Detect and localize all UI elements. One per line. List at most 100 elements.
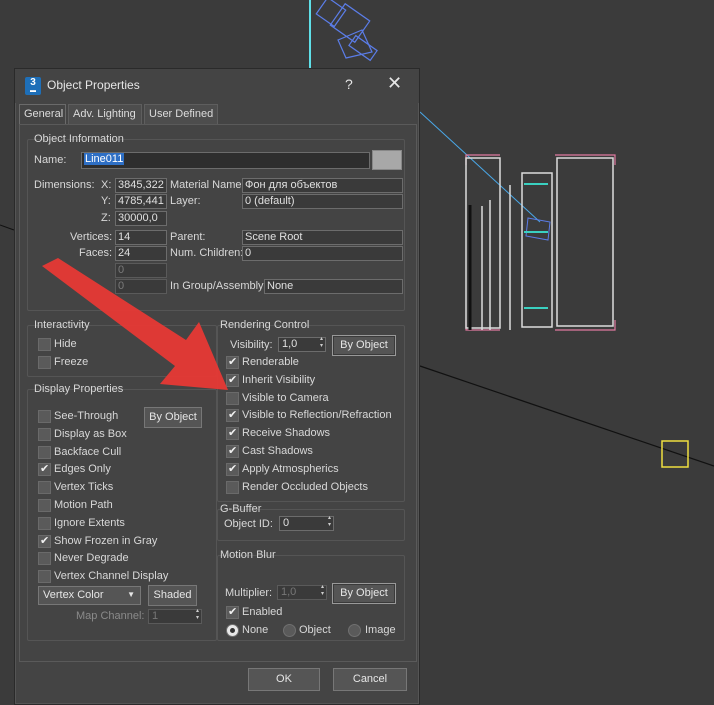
vertices-label: Vertices:	[70, 231, 113, 243]
display-properties-title: Display Properties	[34, 383, 124, 395]
display-checkbox[interactable]	[38, 517, 51, 530]
z-label: Z:	[101, 212, 111, 224]
close-button[interactable]: ✕	[387, 73, 402, 94]
display-checkbox-label: Vertex Ticks	[54, 481, 114, 493]
motion-by-object-button[interactable]: By Object	[332, 583, 396, 604]
display-checkbox[interactable]	[38, 446, 51, 459]
map-channel-spinner[interactable]: 1	[148, 608, 202, 624]
rendering-checkbox-label: Inherit Visibility	[242, 374, 316, 386]
hide-label: Hide	[54, 338, 77, 350]
rendering-checkbox[interactable]	[226, 355, 239, 369]
object-info-title: Object Information	[34, 133, 124, 145]
children-label: Num. Children:	[170, 247, 244, 259]
multiplier-label: Multiplier:	[225, 587, 273, 599]
map-channel-label: Map Channel:	[76, 610, 145, 622]
display-checkbox-label: See-Through	[54, 410, 119, 422]
display-checkbox[interactable]	[38, 481, 51, 494]
title-bar[interactable]: 3 ▬ Object Properties ? ✕	[15, 69, 419, 103]
display-checkbox[interactable]	[38, 462, 51, 476]
display-checkbox-label: Never Degrade	[54, 552, 129, 564]
x-value: 3845,322	[115, 178, 167, 193]
shaded-button[interactable]: Shaded	[148, 585, 197, 606]
cancel-button[interactable]: Cancel	[333, 668, 407, 691]
vertex-color-dropdown[interactable]: Vertex Color ▼	[38, 586, 141, 605]
tab-user-defined[interactable]: User Defined	[144, 104, 218, 124]
tab-adv-lighting[interactable]: Adv. Lighting	[68, 104, 142, 124]
dialog-title: Object Properties	[47, 78, 140, 92]
ok-button[interactable]: OK	[248, 668, 320, 691]
display-checkbox-label: Display as Box	[54, 428, 127, 440]
group-value: None	[264, 279, 403, 294]
dimensions-label: Dimensions:	[34, 179, 95, 191]
tab-general[interactable]: General	[19, 104, 66, 124]
enabled-checkbox[interactable]	[226, 605, 239, 619]
name-label: Name:	[34, 154, 67, 166]
material-label: Material Name:	[170, 179, 245, 191]
multiplier-spinner[interactable]: 1,0	[277, 584, 327, 600]
rendering-control-title: Rendering Control	[220, 319, 310, 331]
faces-label: Faces:	[79, 247, 113, 259]
display-checkbox[interactable]	[38, 499, 51, 512]
rendering-checkbox-label: Renderable	[242, 356, 299, 368]
name-value: Line011	[84, 153, 125, 165]
children-value: 0	[242, 246, 403, 261]
gbuffer-title: G-Buffer	[220, 503, 262, 515]
help-button[interactable]: ?	[345, 76, 353, 92]
material-value: Фон для объектов	[242, 178, 403, 193]
rendering-checkbox-label: Cast Shadows	[242, 445, 313, 457]
display-checkbox-label: Backface Cull	[54, 446, 122, 458]
faces-value: 24	[115, 246, 167, 261]
visibility-label: Visibility:	[230, 339, 273, 351]
z-value: 30000,0	[115, 211, 167, 226]
extra-value-1: 0	[115, 263, 167, 278]
rendering-checkbox[interactable]	[226, 462, 239, 476]
radio-object[interactable]	[283, 624, 296, 637]
motion-blur-title: Motion Blur	[220, 549, 276, 561]
display-checkbox[interactable]	[38, 534, 51, 548]
rendering-checkbox-label: Render Occluded Objects	[242, 481, 368, 493]
x-label: X:	[101, 179, 112, 191]
rendering-checkbox[interactable]	[226, 373, 239, 387]
rendering-checkbox[interactable]	[226, 444, 239, 458]
group-label: In Group/Assembly:	[170, 280, 267, 292]
object-id-label: Object ID:	[224, 518, 273, 530]
name-input[interactable]: Line011	[81, 152, 370, 169]
visibility-spinner[interactable]: 1,0	[278, 336, 326, 352]
object-color-swatch[interactable]	[372, 150, 402, 170]
layer-label: Layer:	[170, 195, 201, 207]
radio-none[interactable]	[226, 624, 239, 637]
radio-image-label: Image	[365, 624, 396, 636]
radio-none-label: None	[242, 624, 269, 636]
object-id-spinner[interactable]: 0	[279, 515, 334, 531]
rendering-checkbox[interactable]	[226, 392, 239, 405]
radio-image[interactable]	[348, 624, 361, 637]
y-label: Y:	[101, 195, 111, 207]
layer-value: 0 (default)	[242, 194, 403, 209]
display-checkbox[interactable]	[38, 552, 51, 565]
display-by-object-button[interactable]: By Object	[144, 407, 202, 428]
hide-checkbox[interactable]	[38, 338, 51, 351]
parent-label: Parent:	[170, 231, 206, 243]
display-checkbox[interactable]	[38, 410, 51, 423]
interactivity-group	[27, 325, 217, 377]
rendering-checkbox-label: Visible to Camera	[242, 392, 329, 404]
display-checkbox-label: Edges Only	[54, 463, 111, 475]
extra-value-2: 0	[115, 279, 167, 294]
freeze-label: Freeze	[54, 356, 89, 368]
rendering-checkbox-label: Apply Atmospherics	[242, 463, 339, 475]
vertices-value: 14	[115, 230, 167, 245]
rendering-checkbox-label: Receive Shadows	[242, 427, 331, 439]
freeze-checkbox[interactable]	[38, 356, 51, 369]
display-checkbox-label: Motion Path	[54, 499, 113, 511]
rendering-checkbox[interactable]	[226, 481, 239, 494]
vertex-color-value: Vertex Color	[43, 589, 104, 601]
object-properties-dialog: 3 ▬ Object Properties ? ✕ General Adv. Li…	[14, 68, 420, 705]
display-checkbox[interactable]	[38, 570, 51, 583]
rendering-checkbox[interactable]	[226, 408, 239, 422]
display-checkbox[interactable]	[38, 428, 51, 441]
parent-value: Scene Root	[242, 230, 403, 245]
chevron-down-icon: ▼	[127, 590, 135, 599]
rendering-checkbox[interactable]	[226, 426, 239, 440]
rendering-by-object-button[interactable]: By Object	[332, 335, 396, 356]
enabled-label: Enabled	[242, 606, 283, 618]
